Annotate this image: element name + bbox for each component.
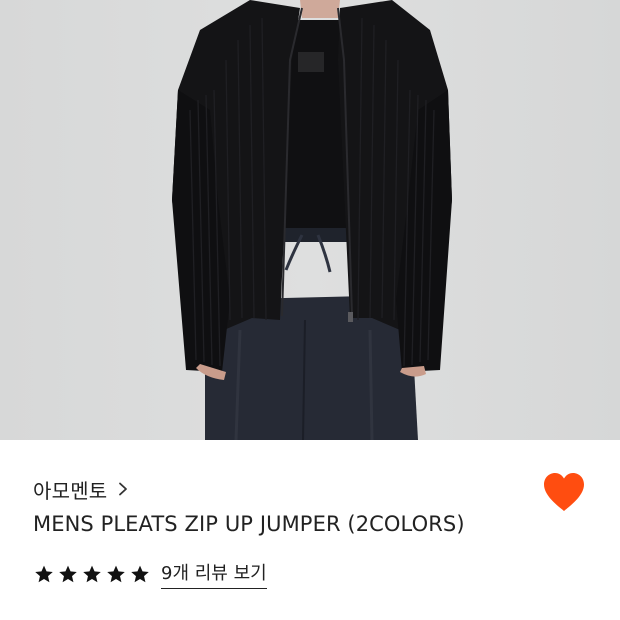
review-link[interactable]: 9개 리뷰 보기 <box>161 559 267 589</box>
brand-name[interactable]: 아모멘토 <box>33 475 107 504</box>
product-image[interactable] <box>0 0 620 440</box>
star-icon <box>59 565 77 582</box>
product-title: MENS PLEATS ZIP UP JUMPER (2COLORS) <box>33 512 465 536</box>
product-photo-illustration <box>0 0 620 440</box>
star-rating <box>33 564 153 585</box>
rating: 9개 리뷰 보기 <box>33 559 267 589</box>
chevron-right-icon <box>117 481 129 497</box>
brand-link[interactable]: 아모멘토 <box>33 474 129 504</box>
product-info: 아모멘토 MENS PLEATS ZIP UP JUMPER (2COLORS)… <box>0 440 620 620</box>
like-button[interactable] <box>541 471 587 513</box>
star-icon <box>83 565 101 582</box>
star-icon <box>107 565 125 582</box>
star-icon <box>131 565 149 582</box>
star-icon <box>35 565 53 582</box>
product-card: 아모멘토 MENS PLEATS ZIP UP JUMPER (2COLORS)… <box>0 0 620 620</box>
heart-icon <box>544 473 584 511</box>
